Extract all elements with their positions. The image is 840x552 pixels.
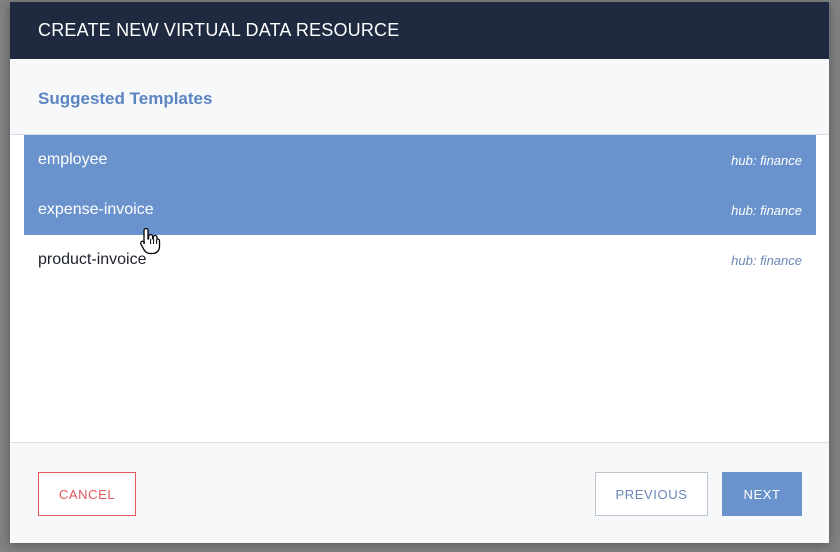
template-hub: hub: finance <box>731 153 802 168</box>
dialog-footer: CANCEL PREVIOUS NEXT <box>10 442 829 543</box>
dialog-title: CREATE NEW VIRTUAL DATA RESOURCE <box>38 20 400 40</box>
template-item-employee[interactable]: employee hub: finance <box>24 135 816 185</box>
cancel-button[interactable]: CANCEL <box>38 472 136 516</box>
section-title: Suggested Templates <box>38 89 213 108</box>
dialog-header: CREATE NEW VIRTUAL DATA RESOURCE <box>10 2 829 59</box>
next-button[interactable]: NEXT <box>722 472 802 516</box>
template-name: product-invoice <box>38 251 147 268</box>
suggested-templates-section: Suggested Templates <box>10 59 829 135</box>
template-hub: hub: finance <box>731 203 802 218</box>
create-virtual-data-resource-dialog: CREATE NEW VIRTUAL DATA RESOURCE Suggest… <box>10 2 829 543</box>
template-hub: hub: finance <box>731 253 802 268</box>
template-list: employee hub: finance expense-invoice hu… <box>24 135 816 285</box>
previous-button[interactable]: PREVIOUS <box>595 472 708 516</box>
template-name: expense-invoice <box>38 201 154 218</box>
template-name: employee <box>38 151 108 168</box>
hand-pointer-icon <box>140 227 161 255</box>
